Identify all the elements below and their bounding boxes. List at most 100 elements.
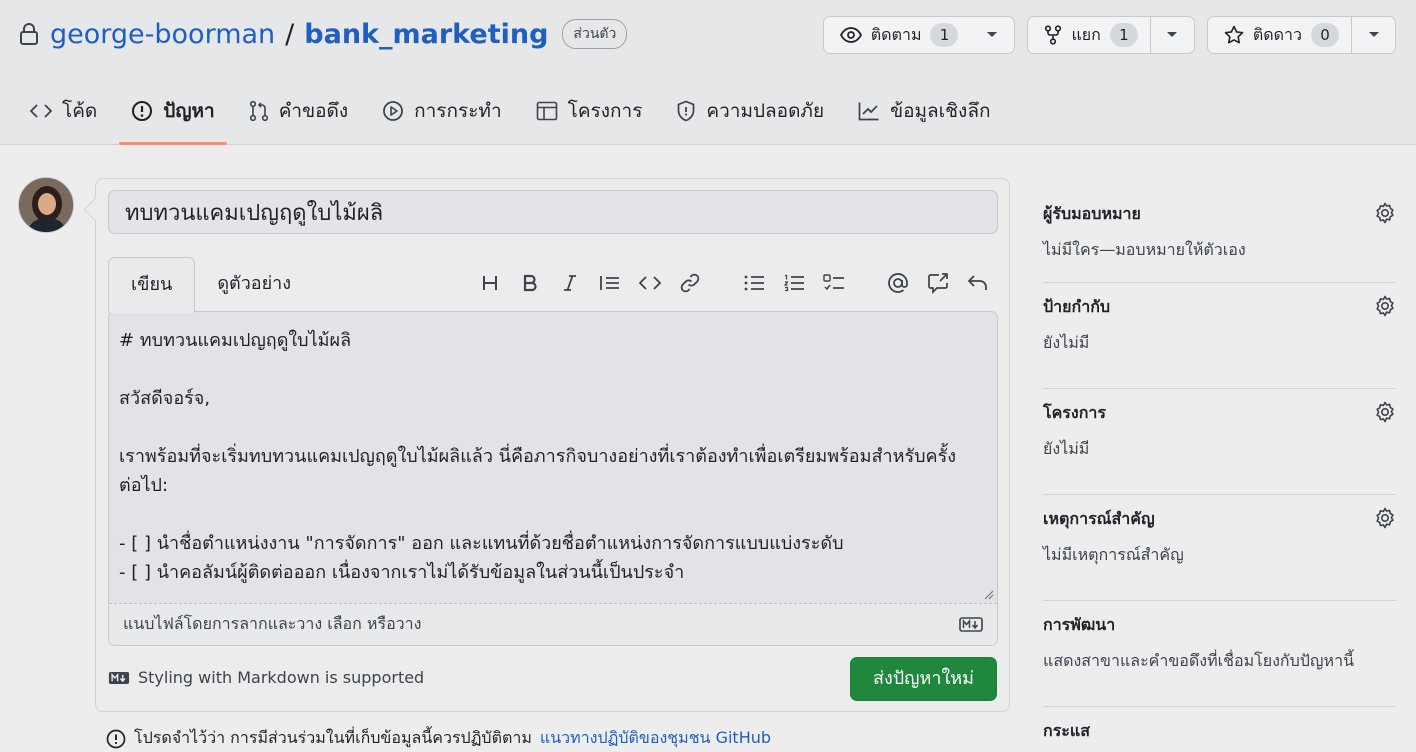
numbered-list-icon bbox=[783, 274, 805, 292]
heading-button[interactable] bbox=[477, 270, 503, 296]
tab-label: คำขอดึง bbox=[278, 100, 349, 122]
mention-button[interactable] bbox=[885, 270, 911, 296]
tab-write[interactable]: เขียน bbox=[108, 257, 196, 313]
watch-label: ติดตาม bbox=[870, 24, 922, 44]
sidebar-value: ยังไม่มี bbox=[1043, 439, 1090, 458]
caret-down-icon bbox=[1166, 31, 1178, 39]
star-button-group: ติดดาว 0 bbox=[1206, 16, 1396, 54]
undo-button[interactable] bbox=[965, 270, 991, 296]
sidebar-value: แสดงสาขาและคำขอดึงที่เชื่อมโยงกับปัญหานี… bbox=[1043, 651, 1355, 670]
table-icon bbox=[536, 101, 558, 121]
tab-issues[interactable]: ปัญหา bbox=[119, 88, 228, 145]
lock-icon bbox=[18, 22, 40, 46]
tab-security[interactable]: ความปลอดภัย bbox=[664, 88, 836, 134]
file-drop-zone[interactable]: แนบไฟล์โดยการลากและวาง เลือก หรือวาง bbox=[109, 603, 997, 645]
repo-owner-link[interactable]: george-boorman bbox=[50, 19, 275, 50]
markdown-icon bbox=[108, 671, 130, 685]
assign-yourself-link[interactable]: ไม่มีใคร—มอบหมายให้ตัวเอง bbox=[1043, 238, 1396, 263]
task-list-button[interactable] bbox=[821, 270, 847, 296]
resize-grip-icon[interactable] bbox=[984, 590, 994, 600]
task-list-icon bbox=[823, 274, 845, 292]
guidelines-text: โปรดจำไว้ว่า การมีส่วนร่วมในที่เก็บข้อมู… bbox=[134, 728, 532, 747]
sidebar-value: ยังไม่มี bbox=[1043, 333, 1090, 352]
quote-icon bbox=[599, 274, 621, 292]
new-issue-form: เขียน ดูตัวอย่าง bbox=[95, 178, 1010, 712]
ordered-list-button[interactable] bbox=[781, 270, 807, 296]
editor-tabs: เขียน ดูตัวอย่าง bbox=[108, 257, 313, 313]
contribution-guidelines-note: โปรดจำไว้ว่า การมีส่วนร่วมในที่เก็บข้อมู… bbox=[106, 726, 771, 751]
tab-insights[interactable]: ข้อมูลเชิงลึก bbox=[846, 88, 1002, 134]
markdown-icon bbox=[959, 617, 983, 632]
code-icon bbox=[30, 103, 52, 119]
tab-label: ปัญหา bbox=[163, 100, 215, 122]
sidebar-heading: โครงการ bbox=[1043, 403, 1106, 422]
italic-button[interactable] bbox=[557, 270, 583, 296]
cross-reference-icon bbox=[927, 272, 949, 294]
gear-icon[interactable] bbox=[1374, 507, 1396, 529]
community-guidelines-link[interactable]: แนวทางปฏิบัติของชุมชน GitHub bbox=[540, 726, 771, 751]
repo-header: george-boorman / bank_marketing ส่วนตัว … bbox=[0, 0, 1416, 145]
star-icon bbox=[1224, 25, 1244, 45]
link-button[interactable] bbox=[677, 270, 703, 296]
gear-icon[interactable] bbox=[1374, 295, 1396, 317]
undo-icon bbox=[967, 274, 989, 292]
star-label: ติดดาว bbox=[1252, 24, 1302, 44]
tab-label: โครงการ bbox=[567, 100, 643, 122]
sidebar-heading: กระแส bbox=[1043, 721, 1090, 740]
watch-button[interactable]: ติดตาม 1 bbox=[824, 17, 971, 53]
eye-icon bbox=[839, 27, 862, 43]
bold-button[interactable] bbox=[517, 270, 543, 296]
gear-icon[interactable] bbox=[1374, 401, 1396, 423]
fork-button[interactable]: แยก 1 bbox=[1028, 17, 1149, 53]
code-button[interactable] bbox=[637, 270, 663, 296]
gear-icon[interactable] bbox=[1374, 202, 1396, 224]
graph-icon bbox=[858, 101, 880, 121]
tab-pull-requests[interactable]: คำขอดึง bbox=[237, 88, 360, 134]
repo-breadcrumb: george-boorman / bank_marketing ส่วนตัว bbox=[18, 14, 628, 54]
shield-icon bbox=[676, 100, 696, 122]
markdown-note-text[interactable]: Styling with Markdown is supported bbox=[138, 668, 424, 687]
sidebar-development: การพัฒนา แสดงสาขาและคำขอดึงที่เชื่อมโยงก… bbox=[1043, 601, 1396, 707]
fork-label: แยก bbox=[1071, 24, 1101, 44]
tab-actions[interactable]: การกระทำ bbox=[370, 88, 514, 134]
sidebar-flow: กระแส bbox=[1043, 707, 1396, 747]
quote-button[interactable] bbox=[597, 270, 623, 296]
star-button[interactable]: ติดดาว 0 bbox=[1208, 17, 1351, 53]
issue-body-text[interactable]: # ทบทวนแคมเปญฤดูใบไม้ผลิ สวัสดีจอร์จ, เร… bbox=[119, 326, 977, 587]
fork-dropdown-button[interactable] bbox=[1149, 17, 1194, 53]
tab-label: โค้ด bbox=[62, 100, 98, 122]
tab-label: ความปลอดภัย bbox=[706, 100, 825, 122]
sidebar-labels: ป้ายกำกับ ยังไม่มี bbox=[1043, 283, 1396, 389]
info-icon bbox=[106, 729, 126, 749]
markdown-note: Styling with Markdown is supported bbox=[108, 668, 424, 687]
repo-name-link[interactable]: bank_marketing bbox=[304, 19, 548, 50]
issue-body-editor[interactable]: # ทบทวนแคมเปญฤดูใบไม้ผลิ สวัสดีจอร์จ, เร… bbox=[108, 311, 998, 646]
avatar[interactable] bbox=[18, 177, 74, 233]
attach-hint: แนบไฟล์โดยการลากและวาง เลือก หรือวาง bbox=[123, 614, 422, 633]
issue-icon bbox=[131, 100, 153, 122]
watch-dropdown-button[interactable] bbox=[970, 17, 1014, 53]
tab-preview[interactable]: ดูตัวอย่าง bbox=[195, 257, 313, 312]
star-count: 0 bbox=[1311, 23, 1339, 47]
link-icon bbox=[680, 273, 700, 293]
bold-icon bbox=[521, 274, 539, 292]
code-icon bbox=[639, 275, 661, 291]
tab-code[interactable]: โค้ด bbox=[18, 88, 109, 134]
fork-icon bbox=[1044, 25, 1062, 45]
heading-icon bbox=[481, 274, 499, 292]
sidebar-heading: การพัฒนา bbox=[1043, 615, 1116, 634]
submit-new-issue-button[interactable]: ส่งปัญหาใหม่ bbox=[849, 657, 997, 701]
issue-sidebar: ผู้รับมอบหมาย ไม่มีใคร—มอบหมายให้ตัวเอง … bbox=[1043, 190, 1396, 747]
markdown-toolbar bbox=[477, 267, 991, 299]
star-dropdown-button[interactable] bbox=[1351, 17, 1395, 53]
reference-button[interactable] bbox=[925, 270, 951, 296]
bullet-list-icon bbox=[743, 274, 765, 292]
sidebar-heading: ป้ายกำกับ bbox=[1043, 297, 1111, 316]
issue-title-input[interactable] bbox=[108, 190, 998, 234]
tab-projects[interactable]: โครงการ bbox=[524, 88, 655, 134]
watch-button-group: ติดตาม 1 bbox=[822, 16, 1016, 54]
unordered-list-button[interactable] bbox=[741, 270, 767, 296]
repo-separator: / bbox=[285, 18, 295, 50]
visibility-badge: ส่วนตัว bbox=[562, 19, 628, 49]
caret-down-icon bbox=[1368, 31, 1380, 39]
